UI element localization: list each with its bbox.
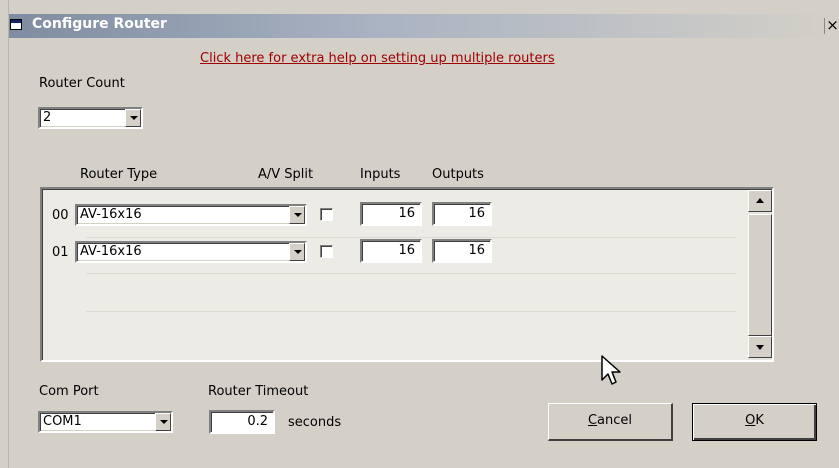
mouse-pointer-icon [601, 355, 621, 385]
title-bar[interactable]: Configure Router × [0, 14, 839, 38]
router-timeout-unit: seconds [288, 415, 342, 430]
router-type-select[interactable]: AV-16x16 [75, 241, 307, 263]
window-title: Configure Router [32, 16, 167, 32]
router-type-value: AV-16x16 [80, 207, 142, 222]
scroll-thumb[interactable] [748, 214, 772, 336]
chevron-down-icon[interactable] [155, 413, 171, 431]
column-header-inputs: Inputs [360, 167, 401, 182]
com-port-label: Com Port [39, 384, 99, 399]
router-count-select[interactable]: 2 [38, 107, 143, 129]
column-header-router-type: Router Type [80, 167, 158, 182]
com-port-select[interactable]: COM1 [38, 411, 173, 433]
screen-left-edge [0, 0, 9, 468]
vertical-scrollbar[interactable] [748, 190, 772, 360]
scroll-down-arrow-icon[interactable] [748, 336, 772, 358]
inputs-field[interactable]: 16 [360, 202, 422, 226]
router-type-select[interactable]: AV-16x16 [75, 204, 307, 226]
ok-accel: O [745, 413, 756, 428]
ok-label-rest: K [755, 413, 764, 428]
outputs-field[interactable]: 16 [432, 239, 492, 263]
grid-line [86, 273, 736, 274]
router-count-value: 2 [43, 110, 52, 125]
grid-line [86, 237, 736, 238]
row-number: 00 [52, 208, 69, 223]
av-split-checkbox[interactable] [320, 208, 333, 221]
close-button[interactable]: × [824, 18, 839, 34]
chevron-down-icon[interactable] [125, 109, 141, 127]
router-timeout-field[interactable]: 0.2 [209, 410, 275, 434]
cancel-label-rest: ancel [597, 413, 633, 428]
grid-line [86, 311, 736, 312]
cancel-button[interactable]: Cancel [548, 403, 673, 441]
row-number: 01 [52, 245, 69, 260]
chevron-down-icon[interactable] [289, 243, 305, 261]
router-timeout-label: Router Timeout [208, 384, 309, 399]
router-count-label: Router Count [39, 76, 125, 91]
router-type-value: AV-16x16 [80, 244, 142, 259]
column-header-outputs: Outputs [432, 167, 484, 182]
cancel-accel: C [587, 413, 598, 428]
av-split-checkbox[interactable] [320, 245, 333, 258]
window-icon [10, 19, 22, 30]
inputs-field[interactable]: 16 [360, 239, 422, 263]
outputs-field[interactable]: 16 [432, 202, 492, 226]
ok-button[interactable]: OK [692, 403, 817, 441]
help-link[interactable]: Click here for extra help on setting up … [200, 51, 555, 66]
chevron-down-icon[interactable] [289, 206, 305, 224]
scroll-up-arrow-icon[interactable] [748, 190, 772, 212]
screen-top-edge [0, 0, 839, 14]
column-header-av-split: A/V Split [258, 167, 314, 182]
com-port-value: COM1 [43, 414, 82, 429]
